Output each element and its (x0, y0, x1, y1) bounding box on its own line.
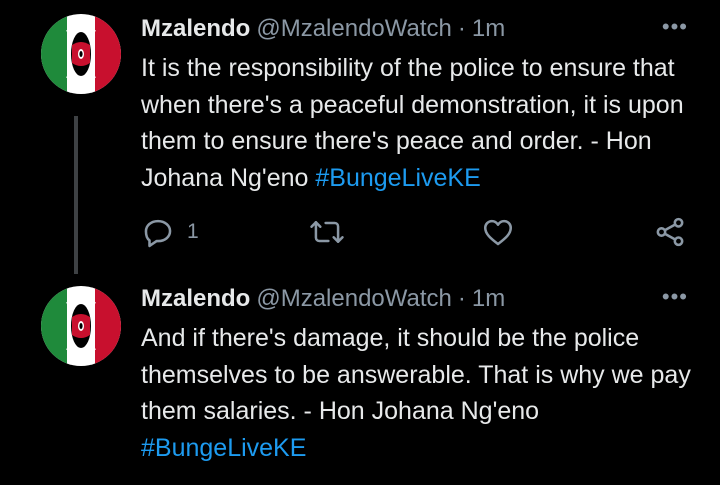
hashtag-link[interactable]: #BungeLiveKE (315, 164, 480, 192)
tweet[interactable]: Mzalendo @MzalendoWatch · 1m ••• It is the … (0, 0, 720, 274)
avatar[interactable] (41, 14, 121, 94)
tweet-header: Mzalendo @MzalendoWatch · 1m ••• (141, 282, 700, 316)
author-handle[interactable]: @MzalendoWatch (256, 285, 452, 312)
share-button[interactable] (653, 212, 687, 252)
kenya-flag-icon (41, 286, 121, 366)
reply-count: 1 (187, 220, 199, 243)
separator-dot: · (457, 15, 466, 42)
more-horizontal-icon[interactable]: ••• (662, 12, 688, 42)
hashtag-link[interactable]: #BungeLiveKE (141, 434, 306, 462)
timestamp[interactable]: 1m (472, 285, 505, 312)
tweet-header: Mzalendo @MzalendoWatch · 1m ••• (141, 12, 700, 46)
tweet-text: And if there's damage, it should be the … (141, 320, 706, 466)
author-name[interactable]: Mzalendo (141, 15, 250, 42)
reply-icon (144, 219, 172, 248)
like-button[interactable] (481, 212, 515, 252)
tweet-body: And if there's damage, it should be the … (141, 324, 691, 425)
avatar[interactable] (41, 286, 121, 366)
retweet-button[interactable] (309, 212, 345, 252)
kenya-flag-icon (41, 14, 121, 94)
share-icon (656, 217, 684, 247)
thread-line (74, 116, 78, 274)
timestamp[interactable]: 1m (472, 15, 505, 42)
retweet-icon (310, 221, 344, 243)
reply-button[interactable]: 1 (141, 212, 199, 252)
separator-dot: · (457, 285, 466, 312)
action-bar: 1 (141, 212, 701, 252)
author-name[interactable]: Mzalendo (141, 285, 250, 312)
tweet-text: It is the responsibility of the police t… (141, 50, 706, 196)
author-handle[interactable]: @MzalendoWatch (256, 15, 452, 42)
tweet[interactable]: Mzalendo @MzalendoWatch · 1m ••• And if the… (0, 270, 720, 485)
heart-icon (483, 219, 513, 246)
more-horizontal-icon[interactable]: ••• (662, 282, 688, 312)
